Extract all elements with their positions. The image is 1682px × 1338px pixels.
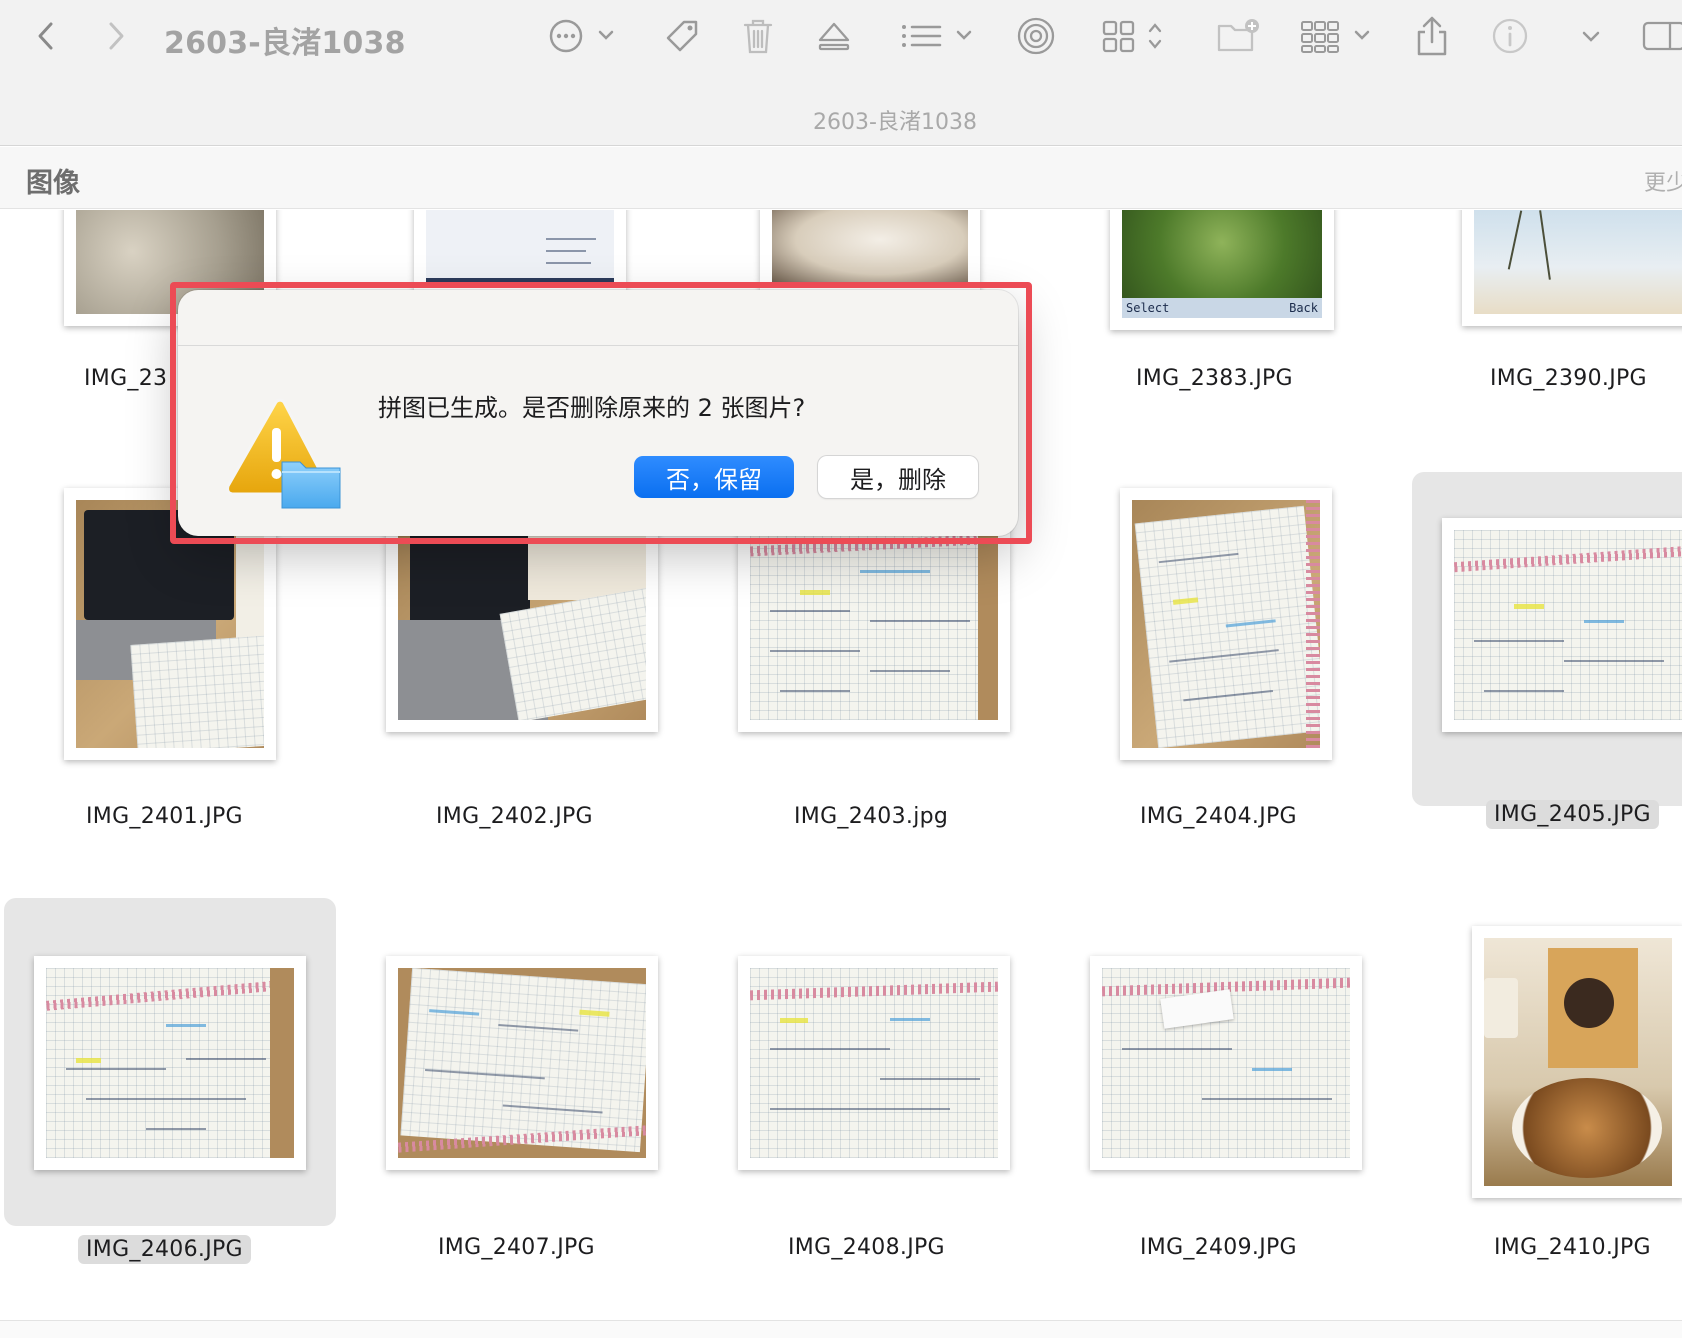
eject-icon[interactable] (812, 14, 856, 58)
file-thumbnail[interactable] (1442, 518, 1682, 732)
file-thumbnail[interactable] (1462, 210, 1682, 326)
file-name[interactable]: IMG_2405.JPG (1486, 800, 1659, 829)
file-name[interactable]: IMG_2403.jpg (794, 804, 948, 829)
dialog-highlight-frame (170, 282, 1032, 544)
forward-icon[interactable] (96, 14, 136, 58)
section-title: 图像 (26, 168, 80, 199)
back-icon[interactable] (26, 14, 66, 58)
group-icon[interactable] (1300, 14, 1376, 58)
window-subtitle: 2603-良渚1038 (813, 110, 977, 135)
airdrop-icon[interactable] (1014, 14, 1058, 58)
file-thumbnail[interactable] (386, 956, 658, 1170)
share-icon[interactable] (1410, 14, 1454, 58)
sidebar-icon[interactable] (1640, 14, 1682, 58)
file-name[interactable]: IMG_2390.JPG (1490, 366, 1647, 391)
icon-view-icon[interactable] (1100, 14, 1170, 58)
new-folder-icon[interactable] (1214, 14, 1264, 58)
file-name[interactable]: IMG_2408.JPG (788, 1235, 945, 1260)
show-less-link[interactable]: 更少 (1644, 165, 1682, 197)
tag-icon[interactable] (660, 14, 704, 58)
file-name[interactable]: IMG_2409.JPG (1140, 1235, 1297, 1260)
status-strip (0, 1320, 1682, 1338)
file-name[interactable]: IMG_2402.JPG (436, 804, 593, 829)
file-thumbnail[interactable] (1120, 488, 1332, 760)
list-view-icon[interactable] (896, 14, 976, 58)
file-thumbnail[interactable]: Select Back (1110, 210, 1334, 330)
file-thumbnail[interactable] (1090, 956, 1362, 1170)
file-thumbnail[interactable] (1472, 926, 1682, 1198)
window-title: 2603-良渚1038 (164, 26, 406, 61)
file-name[interactable]: IMG_2410.JPG (1494, 1235, 1651, 1260)
file-name[interactable]: IMG_2383.JPG (1136, 366, 1293, 391)
info-icon[interactable] (1488, 14, 1532, 58)
section-header: 图像 更少 (0, 147, 1682, 209)
chevron-down-icon[interactable] (1578, 14, 1604, 58)
file-thumbnail[interactable] (386, 518, 658, 732)
file-thumbnail[interactable] (34, 956, 306, 1170)
file-name[interactable]: IMG_2401.JPG (86, 804, 243, 829)
trash-icon[interactable] (736, 14, 780, 58)
file-name[interactable]: IMG_2406.JPG (78, 1235, 251, 1264)
file-thumbnail[interactable] (738, 956, 1010, 1170)
camera-back-label: Back (1289, 301, 1318, 315)
camera-select-label: Select (1126, 301, 1170, 315)
file-thumbnail[interactable] (738, 518, 1010, 732)
more-actions-icon[interactable] (548, 14, 618, 58)
finder-toolbar: 2603-良渚1038 2603-良渚1038 (0, 0, 1682, 146)
file-name[interactable]: IMG_2407.JPG (438, 1235, 595, 1260)
file-name[interactable]: IMG_2404.JPG (1140, 804, 1297, 829)
file-name[interactable]: IMG_23 (84, 366, 167, 391)
